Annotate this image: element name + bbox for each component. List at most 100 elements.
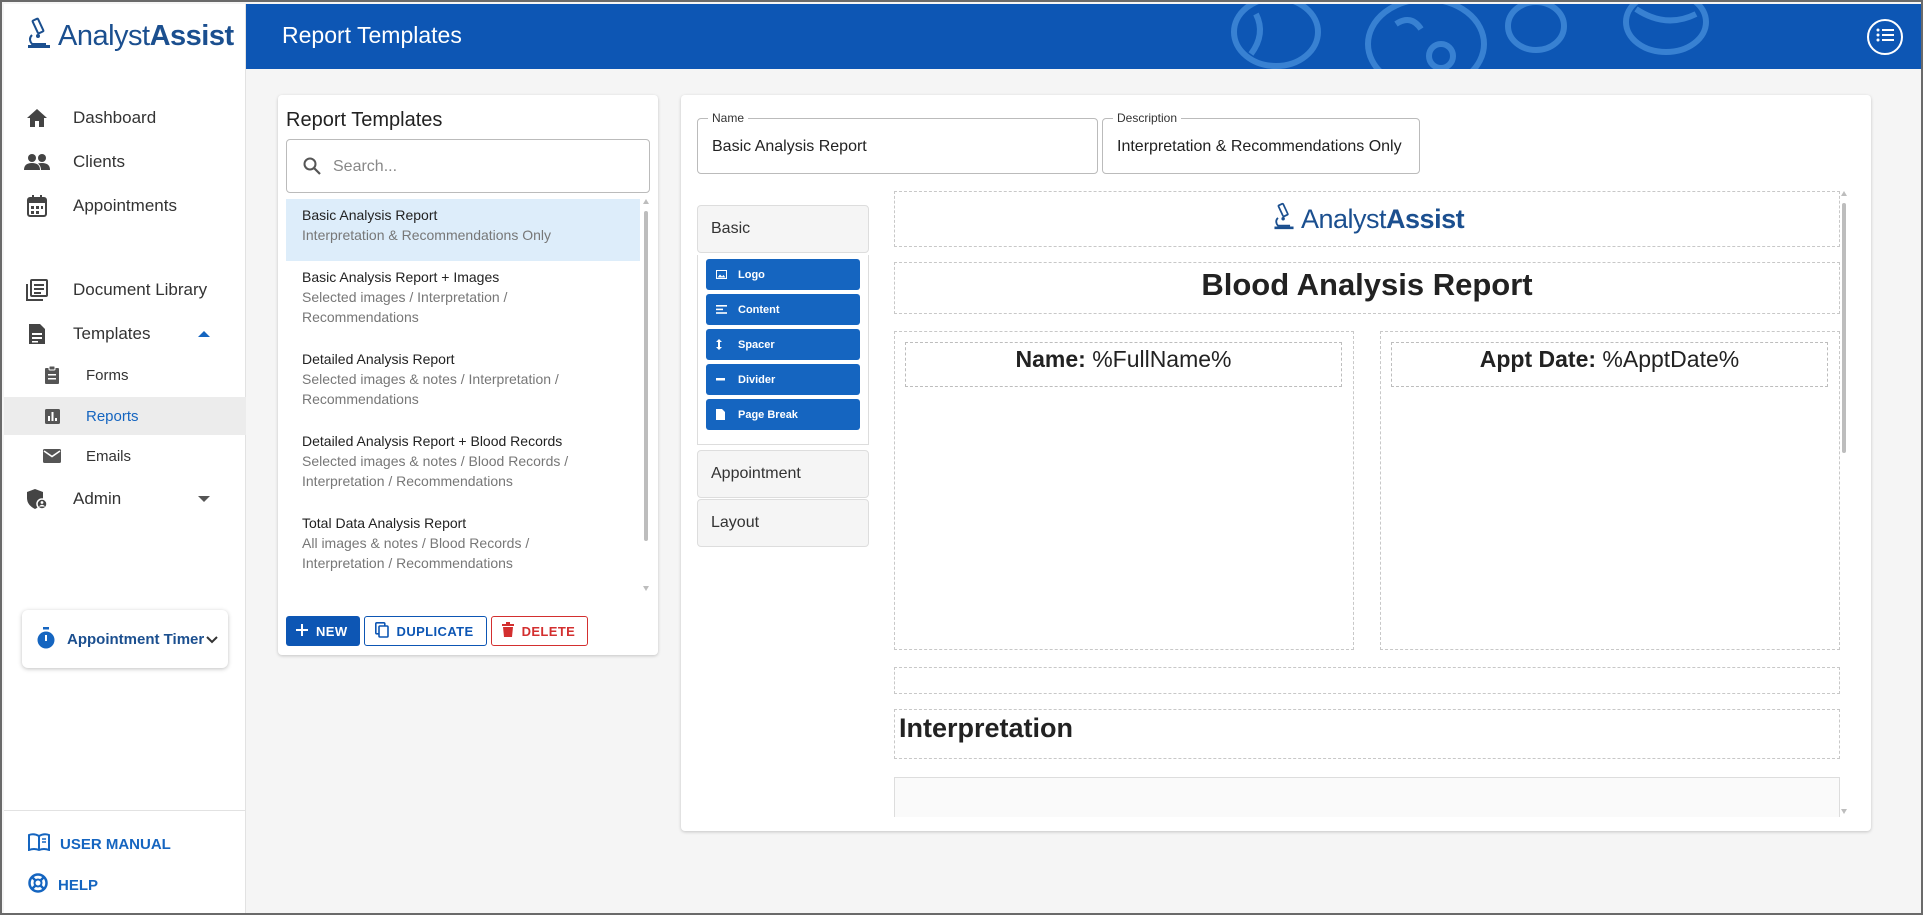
description-field-label: Description	[1113, 111, 1182, 125]
user-manual-link[interactable]: USER MANUAL	[28, 829, 171, 859]
accordion-appointment-header[interactable]: Appointment	[698, 451, 868, 497]
search-icon	[303, 157, 321, 180]
appointment-timer-label: Appointment Timer	[67, 630, 205, 648]
canvas-scrollbar[interactable]	[1840, 191, 1848, 817]
template-list-item[interactable]: Detailed Analysis Report Selected images…	[286, 343, 640, 425]
tool-label: Spacer	[738, 338, 775, 351]
template-title: Total Data Analysis Report	[302, 515, 467, 531]
appt-date-merge-value: %ApptDate%	[1602, 346, 1740, 372]
content-block[interactable]	[894, 777, 1840, 817]
template-description: Recommendations	[302, 391, 419, 407]
accordion-basic[interactable]: Basic	[697, 205, 869, 253]
app-logo[interactable]: AnalystAssist	[24, 16, 234, 56]
accordion-appointment[interactable]: Appointment	[697, 450, 869, 498]
name-merge-field: Name: %FullName%	[906, 346, 1341, 373]
duplicate-button-label: DUPLICATE	[396, 623, 474, 639]
title-block[interactable]: Blood Analysis Report	[894, 262, 1840, 314]
report-canvas[interactable]: AnalystAssist Blood Analysis Report Name…	[894, 191, 1846, 817]
name-field[interactable]: Name Basic Analysis Report	[697, 111, 1098, 174]
sidebar-item-document-library[interactable]: Document Library	[4, 270, 246, 310]
template-editor: Name Basic Analysis Report Description I…	[681, 95, 1871, 831]
description-field-value[interactable]: Interpretation & Recommendations Only	[1117, 138, 1402, 156]
caret-up-icon	[198, 331, 210, 337]
template-actions: NEW DUPLICATE DELETE	[286, 616, 589, 648]
sidebar: AnalystAssist Dashboard Clients Appointm…	[4, 4, 246, 913]
template-list-scrollbar[interactable]	[642, 199, 650, 591]
new-button[interactable]: NEW	[286, 616, 360, 646]
left-column-block[interactable]: Name: %FullName%	[894, 331, 1354, 650]
chevron-down-icon	[206, 631, 218, 649]
search-input[interactable]	[333, 154, 633, 180]
top-header: Report Templates	[246, 4, 1921, 69]
template-title: Detailed Analysis Report + Blood Records	[302, 433, 563, 449]
template-description: Selected images / Interpretation /	[302, 289, 508, 305]
new-button-label: NEW	[316, 623, 348, 639]
minus-icon	[716, 378, 738, 381]
tool-label: Logo	[738, 268, 765, 281]
sidebar-item-clients[interactable]: Clients	[4, 142, 246, 182]
appointment-timer-button[interactable]: Appointment Timer	[22, 610, 228, 668]
delete-button[interactable]: DELETE	[490, 616, 589, 646]
template-list-item[interactable]: Detailed Analysis Report + Blood Records…	[286, 425, 640, 507]
sidebar-item-forms[interactable]: Forms	[4, 356, 246, 394]
caret-down-icon	[198, 496, 210, 502]
logo-tool-button[interactable]: Logo	[706, 259, 860, 290]
template-description: All images & notes / Blood Records /	[302, 535, 530, 551]
tool-label: Divider	[738, 373, 776, 386]
help-link[interactable]: HELP	[28, 870, 98, 900]
divider-tool-button[interactable]: Divider	[706, 364, 860, 395]
description-field[interactable]: Description Interpretation & Recommendat…	[1102, 111, 1420, 174]
book-icon	[28, 832, 50, 856]
template-description: Selected images & notes / Interpretation…	[302, 371, 559, 387]
search-box[interactable]	[286, 139, 650, 193]
sidebar-item-label: Document Library	[73, 280, 208, 299]
template-description: Interpretation & Recommendations Only	[302, 227, 552, 243]
sidebar-item-label: Forms	[86, 366, 129, 384]
sidebar-item-dashboard[interactable]: Dashboard	[4, 98, 246, 138]
sidebar-item-reports[interactable]: Reports	[4, 397, 246, 435]
accordion-layout-header[interactable]: Layout	[698, 500, 868, 546]
interpretation-heading-block[interactable]: Interpretation	[894, 709, 1840, 759]
scroll-thumb[interactable]	[644, 211, 648, 541]
accordion-basic-header[interactable]: Basic	[698, 206, 868, 252]
report-logo-part1: Analyst	[1301, 204, 1387, 234]
template-title: Detailed Analysis Report	[302, 351, 455, 367]
spacer-tool-button[interactable]: Spacer	[706, 329, 860, 360]
scroll-thumb[interactable]	[1842, 203, 1846, 453]
calendar-icon	[24, 193, 50, 219]
appt-date-field-block[interactable]: Appt Date: %ApptDate%	[1391, 342, 1828, 387]
scroll-up-arrow[interactable]	[643, 199, 649, 204]
right-column-block[interactable]: Appt Date: %ApptDate%	[1380, 331, 1840, 650]
image-icon	[716, 270, 738, 279]
scroll-down-arrow[interactable]	[1841, 809, 1847, 814]
sidebar-footer: USER MANUAL HELP	[4, 810, 246, 913]
logo-block[interactable]: AnalystAssist	[894, 191, 1840, 247]
template-list: Basic Analysis Report Interpretation & R…	[286, 199, 640, 591]
template-list-item[interactable]: Basic Analysis Report + Images Selected …	[286, 261, 640, 343]
envelope-icon	[42, 446, 62, 466]
tool-label: Page Break	[738, 408, 798, 421]
duplicate-button[interactable]: DUPLICATE	[363, 616, 487, 646]
name-field-block[interactable]: Name: %FullName%	[905, 342, 1342, 387]
page-break-tool-button[interactable]: Page Break	[706, 399, 860, 430]
sidebar-item-admin[interactable]: Admin	[4, 479, 246, 519]
scroll-down-arrow[interactable]	[643, 586, 649, 591]
page-icon	[716, 409, 738, 420]
sidebar-item-label: Dashboard	[73, 108, 157, 127]
delete-button-label: DELETE	[521, 623, 576, 639]
sidebar-item-emails[interactable]: Emails	[4, 437, 246, 475]
app-window: AnalystAssist Dashboard Clients Appointm…	[0, 0, 1923, 915]
template-list-item[interactable]: Basic Analysis Report Interpretation & R…	[286, 199, 640, 261]
list-menu-button[interactable]	[1867, 19, 1903, 55]
name-field-value[interactable]: Basic Analysis Report	[712, 138, 867, 156]
scroll-up-arrow[interactable]	[1841, 191, 1847, 196]
accordion-layout[interactable]: Layout	[697, 499, 869, 547]
template-description: Interpretation / Recommendations	[302, 473, 513, 489]
sidebar-item-appointments[interactable]: Appointments	[4, 186, 246, 226]
template-description: Recommendations	[302, 309, 419, 325]
spacer-block[interactable]	[894, 667, 1840, 694]
sidebar-item-templates[interactable]: Templates	[4, 314, 246, 354]
text-lines-icon	[716, 305, 738, 314]
template-list-item[interactable]: Total Data Analysis Report All images & …	[286, 507, 640, 589]
content-tool-button[interactable]: Content	[706, 294, 860, 325]
